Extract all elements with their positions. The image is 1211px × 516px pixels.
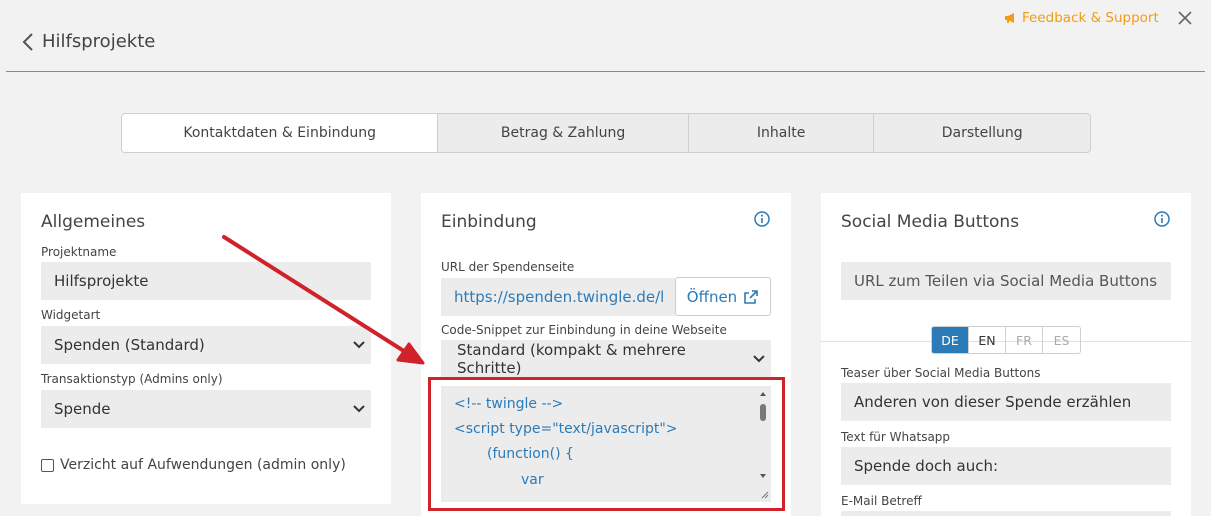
annotation-arrow — [222, 235, 425, 365]
